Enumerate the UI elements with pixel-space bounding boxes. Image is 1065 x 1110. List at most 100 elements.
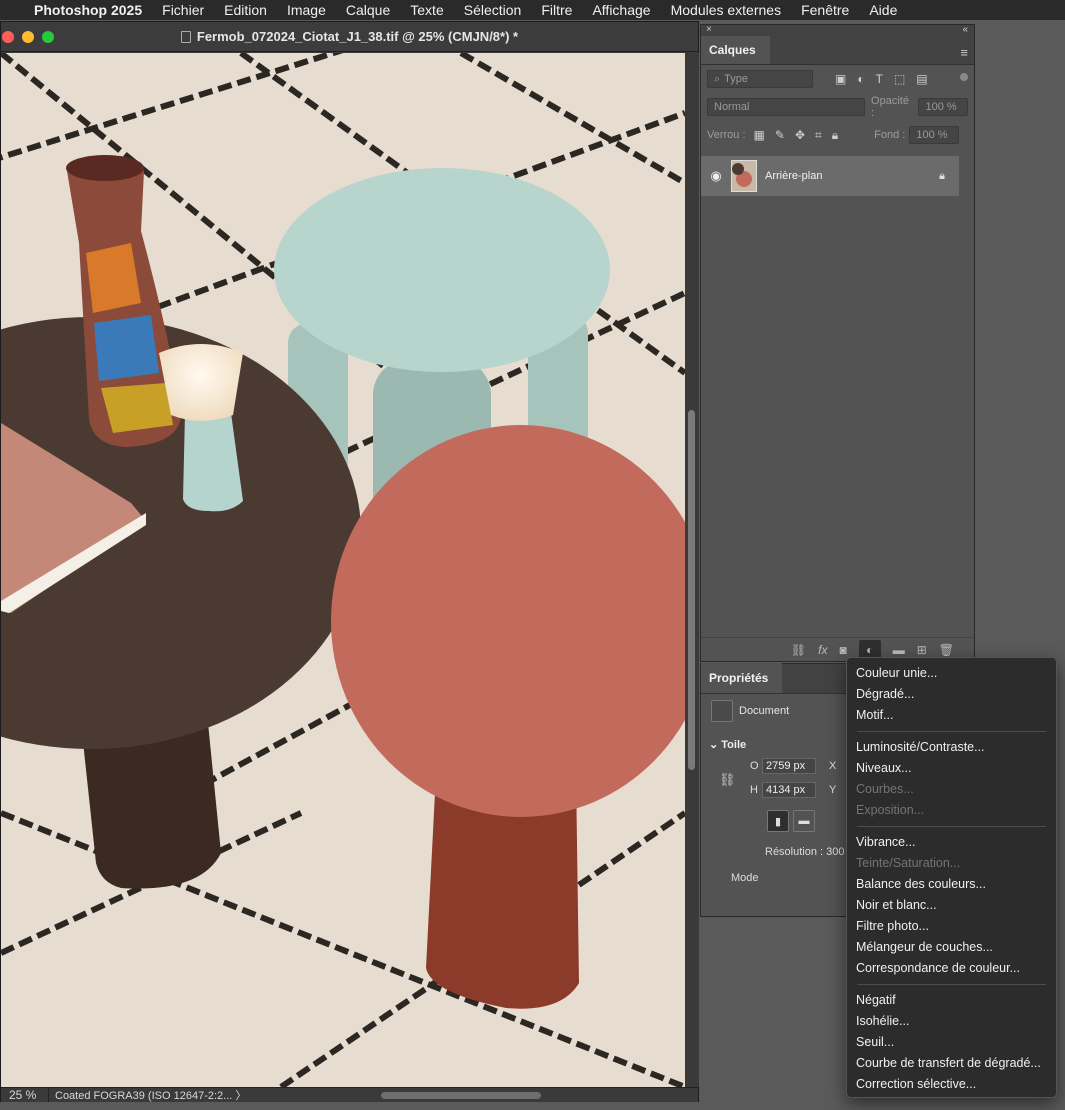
menu-modules-externes[interactable]: Modules externes <box>671 2 782 18</box>
menu-item-niveaux[interactable]: Niveaux... <box>847 758 1056 779</box>
app-menu[interactable]: Photoshop 2025 <box>34 2 142 18</box>
photo-artwork <box>1 53 685 1087</box>
menu-calque[interactable]: Calque <box>346 2 390 18</box>
zoom-level[interactable]: 25 % <box>1 1088 49 1102</box>
height-value: 4134 px <box>766 784 806 796</box>
height-label: H <box>750 784 758 796</box>
search-icon: ⌕ <box>714 72 721 85</box>
menu-item-motif[interactable]: Motif... <box>847 705 1056 726</box>
height-field[interactable]: 4134 px <box>762 782 816 798</box>
menu-separator <box>857 826 1046 827</box>
link-dimensions-icon[interactable]: ⛓ <box>719 772 736 788</box>
layer-lock-icon[interactable]: 🔒︎ <box>939 170 945 183</box>
status-bar: 25 % Coated FOGRA39 (ISO 12647-2:2... 〉 <box>1 1087 698 1102</box>
menu-aide[interactable]: Aide <box>869 2 897 18</box>
filter-toggle-icon[interactable] <box>960 73 968 81</box>
vertical-scrollbar[interactable] <box>685 53 699 1087</box>
link-layers-icon[interactable]: ⛓ <box>791 643 806 657</box>
fill-label: Fond : <box>874 129 906 141</box>
menu-edition[interactable]: Edition <box>224 2 267 18</box>
opacity-field[interactable]: 100 % <box>918 98 968 116</box>
maximize-window-button[interactable] <box>42 31 54 43</box>
menu-image[interactable]: Image <box>287 2 326 18</box>
menu-item-correction-selective[interactable]: Correction sélective... <box>847 1074 1056 1095</box>
close-panel-icon[interactable]: × <box>706 24 712 35</box>
fill-field[interactable]: 100 % <box>909 126 960 144</box>
blend-mode-select[interactable]: Normal <box>707 98 866 116</box>
lock-label: Verrou : <box>707 129 746 141</box>
tab-calques[interactable]: Calques <box>701 36 770 64</box>
color-profile-info[interactable]: Coated FOGRA39 (ISO 12647-2:2... 〉 <box>49 1087 246 1103</box>
minimize-window-button[interactable] <box>22 31 34 43</box>
layer-thumbnail[interactable] <box>731 160 757 192</box>
layers-tabbar: Calques ≡ <box>701 36 974 65</box>
menu-item-noir-et-blanc[interactable]: Noir et blanc... <box>847 895 1056 916</box>
canvas-label: Toile <box>721 739 747 751</box>
menu-affichage[interactable]: Affichage <box>592 2 650 18</box>
delete-layer-icon[interactable]: 🗑︎ <box>939 643 954 657</box>
menu-filtre[interactable]: Filtre <box>541 2 572 18</box>
width-value: 2759 px <box>766 760 806 772</box>
new-group-icon[interactable]: ▬ <box>893 643 905 657</box>
horizontal-scroll-thumb[interactable] <box>381 1092 541 1099</box>
menu-item-exposition: Exposition... <box>856 803 925 817</box>
landscape-orientation-button[interactable]: ▬ <box>793 810 815 832</box>
properties-document-section: Document <box>711 700 789 722</box>
lock-transparency-icon[interactable]: ▦ <box>754 128 765 143</box>
menu-separator <box>857 984 1046 985</box>
panel-menu-icon[interactable]: ≡ <box>960 45 968 60</box>
vertical-scroll-thumb[interactable] <box>688 410 695 770</box>
canvas-section-header[interactable]: ⌄ Toile <box>709 738 746 751</box>
tab-proprietes[interactable]: Propriétés <box>701 663 783 693</box>
menu-item-courbes: Courbes... <box>856 782 914 796</box>
close-window-button[interactable] <box>2 31 14 43</box>
menu-texte[interactable]: Texte <box>410 2 443 18</box>
menu-item-isohelie[interactable]: Isohélie... <box>847 1011 1056 1032</box>
smart-object-filter-icon[interactable]: ▤ <box>916 72 927 86</box>
menu-item-seuil[interactable]: Seuil... <box>847 1032 1056 1053</box>
lock-pixels-icon[interactable]: ✎ <box>775 128 785 143</box>
width-label: O <box>750 760 759 772</box>
image-filter-icon[interactable]: ▣ <box>835 72 846 86</box>
menu-fichier[interactable]: Fichier <box>162 2 204 18</box>
menu-item-couleur-unie[interactable]: Couleur unie... <box>847 663 1056 684</box>
menu-item-teinte-saturation: Teinte/Saturation... <box>856 856 961 870</box>
adjustment-filter-icon[interactable]: ◐ <box>857 72 864 86</box>
lock-all-icon[interactable]: 🔒︎ <box>832 128 838 143</box>
lock-position-icon[interactable]: ✥ <box>795 128 805 143</box>
visibility-eye-icon[interactable]: ◉ <box>701 168 731 184</box>
new-layer-icon[interactable]: ⊞ <box>917 643 927 657</box>
width-field[interactable]: 2759 px <box>762 758 816 774</box>
menu-item-melangeur-de-couches[interactable]: Mélangeur de couches... <box>847 937 1056 958</box>
image-canvas[interactable] <box>1 53 685 1087</box>
opacity-label: Opacité : <box>871 95 909 119</box>
layer-name[interactable]: Arrière-plan <box>765 170 939 182</box>
menu-item-vibrance[interactable]: Vibrance... <box>847 832 1056 853</box>
lock-row: Verrou : ▦ ✎ ✥ ⌗ 🔒︎ Fond : 100 % <box>701 121 974 149</box>
adjustment-layer-menu: Couleur unie... Dégradé... Motif... Lumi… <box>846 657 1057 1098</box>
menu-item-correspondance-de-couleur[interactable]: Correspondance de couleur... <box>847 958 1056 979</box>
layer-mask-icon[interactable]: ◙ <box>839 643 846 657</box>
menu-item-luminosite-contraste[interactable]: Luminosité/Contraste... <box>847 737 1056 758</box>
menu-item-courbe-de-transfert[interactable]: Courbe de transfert de dégradé... <box>847 1053 1056 1074</box>
menu-item-negatif[interactable]: Négatif <box>847 990 1056 1011</box>
layer-row[interactable]: ◉ Arrière-plan 🔒︎ <box>701 156 959 196</box>
layer-filter-row: ⌕ Type ▣ ◐ T ⬚ ▤ <box>701 65 974 93</box>
menu-selection[interactable]: Sélection <box>464 2 522 18</box>
menu-separator <box>857 731 1046 732</box>
document-titlebar: Fermob_072024_Ciotat_J1_38.tif @ 25% (CM… <box>1 22 698 52</box>
layer-filter-select[interactable]: ⌕ Type <box>707 70 813 88</box>
shape-filter-icon[interactable]: ⬚ <box>894 72 905 86</box>
text-filter-icon[interactable]: T <box>876 72 883 86</box>
menu-item-degrade[interactable]: Dégradé... <box>847 684 1056 705</box>
collapse-panel-icon[interactable]: « <box>962 24 968 35</box>
fx-icon[interactable]: fx <box>818 643 827 657</box>
menu-fenetre[interactable]: Fenêtre <box>801 2 849 18</box>
document-window: Fermob_072024_Ciotat_J1_38.tif @ 25% (CM… <box>0 21 699 1102</box>
lock-artboard-icon[interactable]: ⌗ <box>815 128 822 143</box>
x-label: X <box>829 760 837 772</box>
document-label: Document <box>739 705 790 717</box>
menu-item-balance-des-couleurs[interactable]: Balance des couleurs... <box>847 874 1056 895</box>
portrait-orientation-button[interactable]: ▮ <box>767 810 789 832</box>
menu-item-filtre-photo[interactable]: Filtre photo... <box>847 916 1056 937</box>
